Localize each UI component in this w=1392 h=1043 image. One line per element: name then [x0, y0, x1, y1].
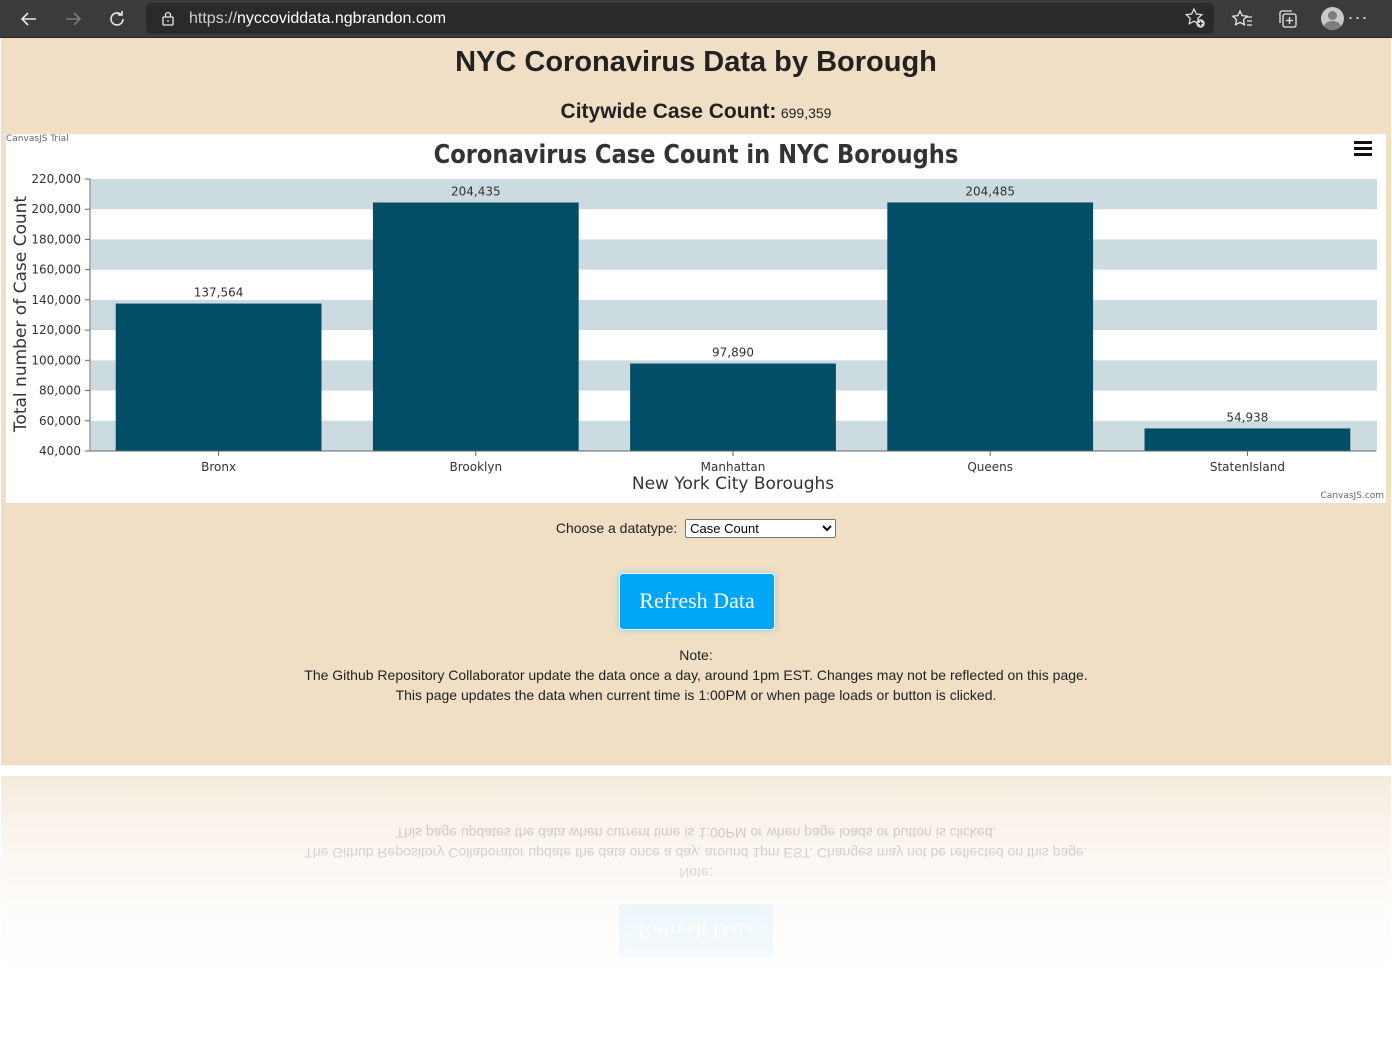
chart-title: Coronavirus Case Count in NYC Boroughs — [434, 138, 959, 169]
y-tick-label: 160,000 — [31, 263, 81, 277]
reflection-fade — [1, 776, 1391, 1043]
refresh-data-button[interactable]: Refresh Data — [619, 573, 775, 630]
bar-bronx — [115, 303, 322, 451]
citywide-case-count: Citywide Case Count: 699,359 — [1, 100, 1391, 124]
y-tick-label: 100,000 — [31, 353, 81, 367]
collections-icon[interactable] — [1275, 6, 1301, 32]
chart-container: CanvasJS Trial 137,564 204,435 97,890 204,4… — [6, 134, 1386, 503]
url-host: nyccoviddata.ngbrandon.com — [237, 10, 447, 27]
forward-button[interactable] — [60, 6, 86, 32]
bar-data-label: 137,564 — [194, 286, 244, 300]
x-axis-title: New York City Boroughs — [632, 474, 834, 494]
citywide-label: Citywide Case Count: — [560, 100, 777, 123]
reload-button[interactable] — [104, 6, 130, 32]
note-heading: Note: — [679, 647, 713, 663]
profile-avatar[interactable] — [1321, 7, 1344, 30]
note-line-2: This page updates the data when current … — [395, 687, 997, 703]
y-tick-label: 140,000 — [31, 293, 81, 307]
grid-stripe — [91, 179, 1377, 210]
page-reflection: Refresh Data Note: The Github Repository… — [1, 776, 1391, 1043]
url-text: https://nyccoviddata.ngbrandon.com — [189, 10, 446, 28]
browser-toolbar: https://nyccoviddata.ngbrandon.com ··· — [0, 0, 1392, 38]
avatar-body — [1324, 21, 1341, 30]
y-tick-label: 200,000 — [31, 202, 81, 216]
datatype-label: Choose a datatype: — [555, 520, 678, 536]
note-section: Note: The Github Repository Collaborator… — [1, 645, 1391, 705]
bar-data-label: 97,890 — [712, 346, 754, 360]
arrow-right-icon — [66, 12, 82, 26]
y-tick-label: 60,000 — [39, 414, 81, 428]
more-menu-button[interactable]: ··· — [1343, 4, 1373, 30]
bar-manhattan — [630, 363, 836, 451]
note-line-1: The Github Repository Collaborator updat… — [304, 667, 1088, 683]
favorites-icon[interactable] — [1230, 6, 1256, 32]
lock-icon — [162, 11, 174, 26]
bar-statenisland — [1144, 428, 1351, 451]
y-tick-label: 40,000 — [39, 444, 81, 458]
y-tick-label: 120,000 — [31, 323, 81, 337]
x-tick-label: Manhattan — [701, 460, 766, 474]
datatype-select[interactable]: Case Count — [685, 519, 837, 538]
bar-chart: 137,564 204,435 97,890 204,485 54,938 40,000… — [11, 138, 1377, 494]
reload-icon — [110, 11, 124, 26]
canvasjs-credit-link[interactable]: CanvasJS.com — [1321, 491, 1384, 501]
y-tick-label: 180,000 — [31, 232, 81, 246]
y-axis-title: Total number of Case Count — [11, 196, 31, 433]
citywide-value: 699,359 — [780, 105, 832, 121]
address-bar[interactable]: https://nyccoviddata.ngbrandon.com — [146, 3, 1214, 34]
page-body: NYC Coronavirus Data by Borough Citywide… — [1, 38, 1391, 765]
arrow-left-icon — [20, 12, 36, 26]
bar-data-label: 204,485 — [965, 184, 1015, 198]
avatar-head — [1328, 11, 1337, 20]
url-scheme: https:// — [189, 10, 238, 27]
x-tick-label: Queens — [967, 460, 1013, 474]
bar-brooklyn — [372, 202, 579, 451]
x-tick-label: Bronx — [201, 460, 236, 474]
bar-queens — [887, 202, 1094, 451]
x-tick-label: StatenIsland — [1210, 460, 1285, 474]
bar-data-label: 204,435 — [451, 185, 501, 199]
grid-stripe — [91, 239, 1377, 270]
datatype-control: Choose a datatype: Case Count — [1, 519, 1391, 538]
bar-data-label: 54,938 — [1226, 410, 1268, 424]
x-tick-label: Brooklyn — [450, 460, 503, 474]
add-favorite-icon[interactable] — [1182, 5, 1208, 31]
page-title: NYC Coronavirus Data by Borough — [455, 46, 937, 78]
back-button[interactable] — [16, 6, 42, 32]
y-tick-label: 220,000 — [31, 172, 81, 186]
y-tick-label: 80,000 — [39, 384, 81, 398]
